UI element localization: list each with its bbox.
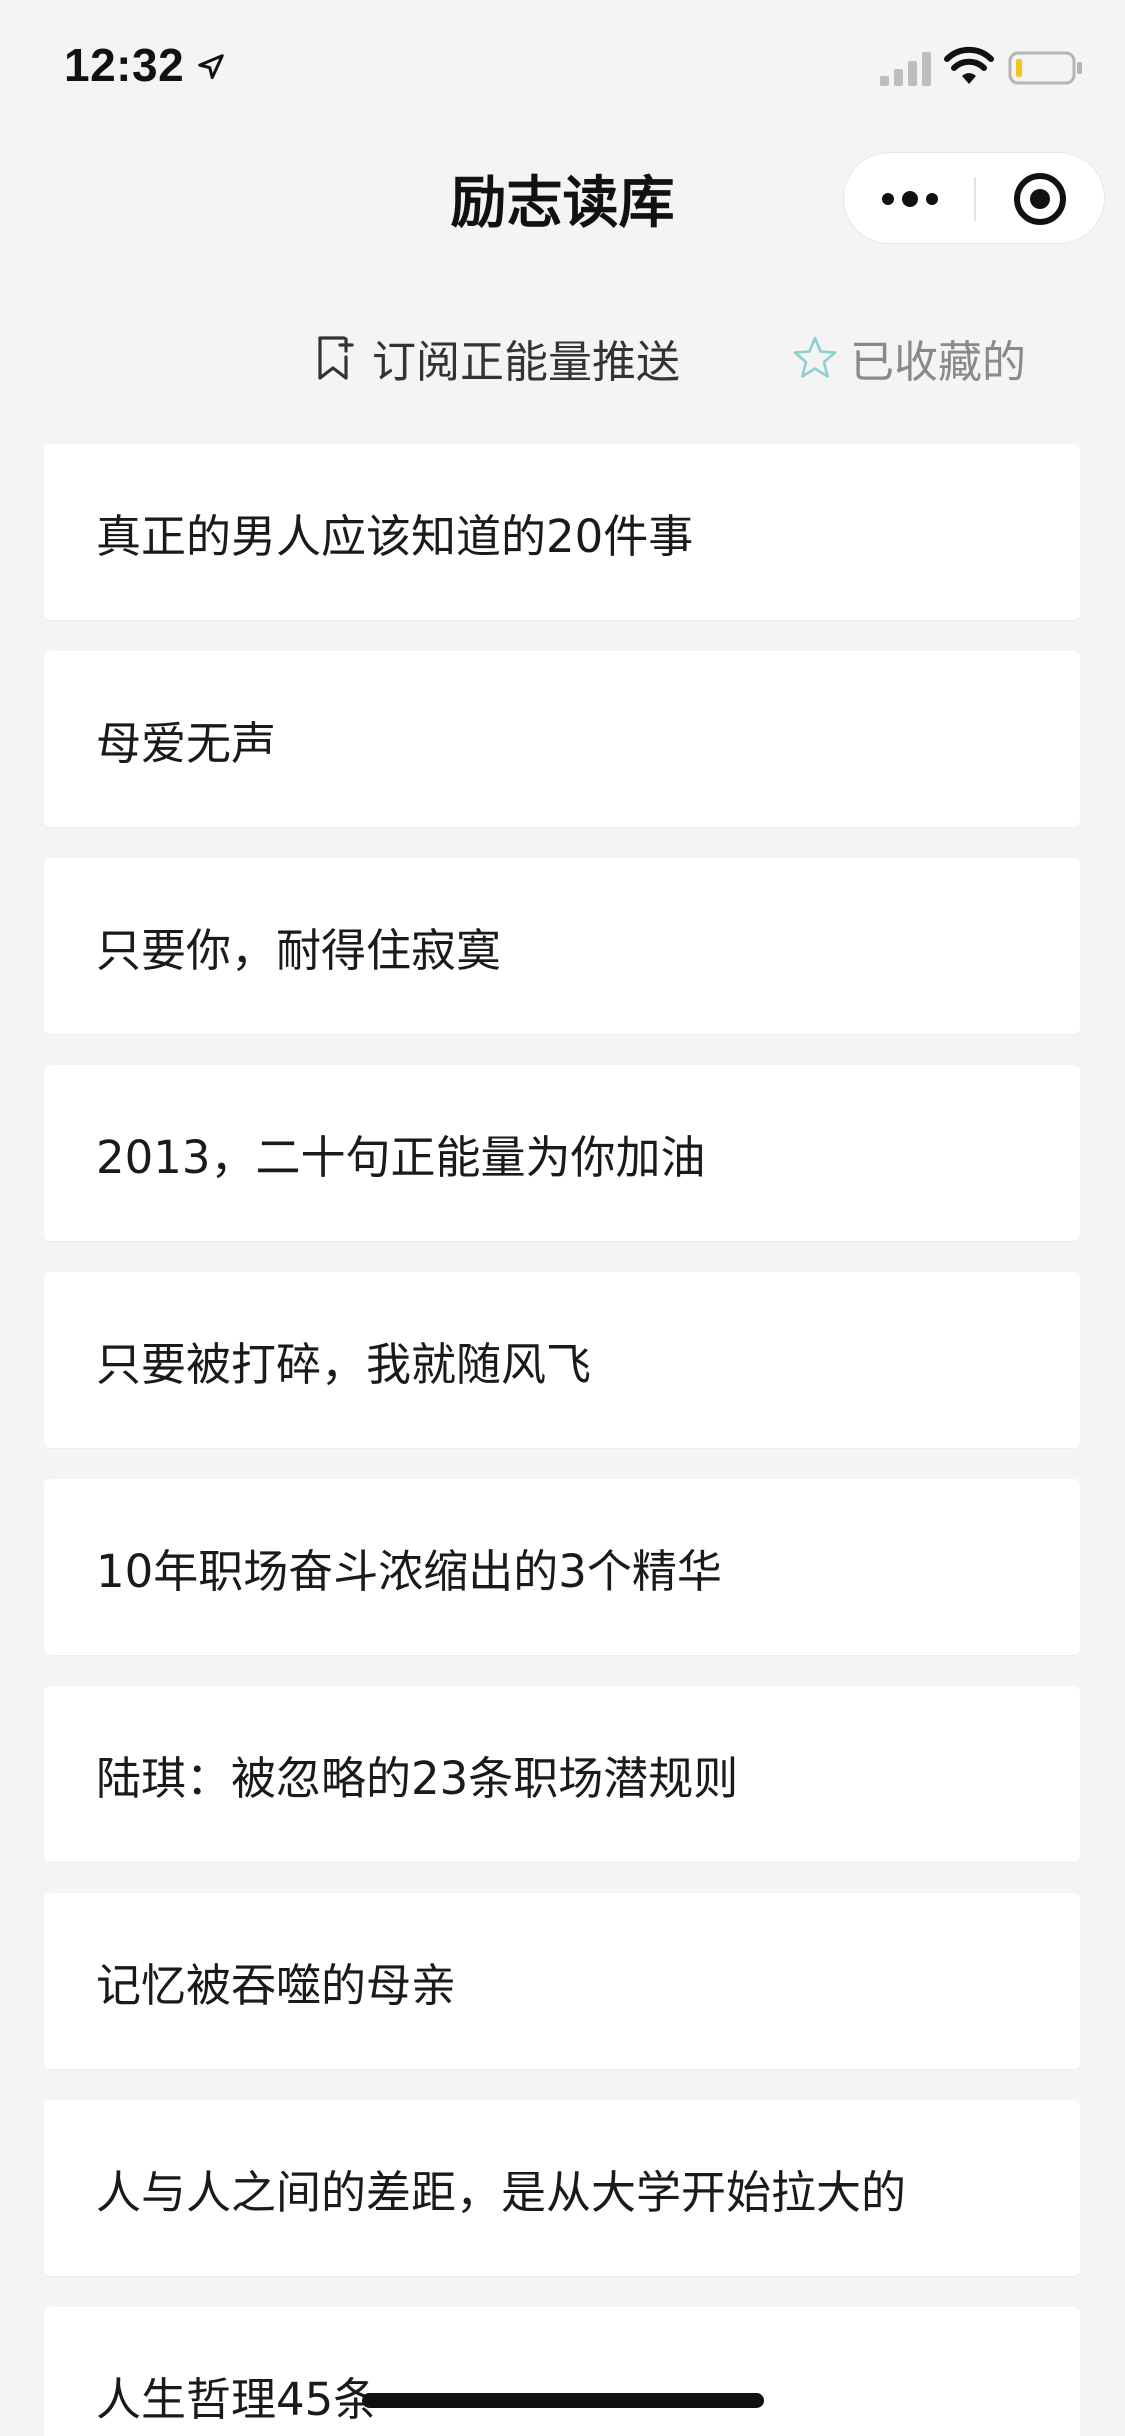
target-icon[interactable] <box>1012 171 1068 227</box>
subscribe-button[interactable]: 订阅正能量推送 <box>316 318 680 398</box>
status-time: 12:32 <box>64 39 185 91</box>
more-icon[interactable] <box>878 183 942 215</box>
list-item[interactable]: 陆琪：被忽略的23条职场潜规则 <box>44 1686 1080 1862</box>
mini-program-page: 12:32 励志读库 订阅正能量推送 已收藏的 真正的男人应该知道的20件事 母… <box>0 0 1125 2436</box>
list-item[interactable]: 只要被打碎，我就随风飞 <box>44 1272 1080 1448</box>
article-title: 10年职场奋斗浓缩出的3个精华 <box>96 1544 722 1598</box>
list-item[interactable]: 2013，二十句正能量为你加油 <box>44 1065 1080 1241</box>
article-title: 2013，二十句正能量为你加油 <box>96 1130 706 1184</box>
article-title: 只要你，耐得住寂寞 <box>96 923 502 977</box>
action-row: 订阅正能量推送 已收藏的 <box>0 318 1125 398</box>
article-list: 真正的男人应该知道的20件事 母爱无声 只要你，耐得住寂寞 2013，二十句正能… <box>44 444 1080 2436</box>
article-title: 母爱无声 <box>96 716 277 770</box>
nav-bar: 励志读库 <box>0 132 1125 262</box>
article-title: 人生哲理45条 <box>96 2372 379 2426</box>
article-title: 陆琪：被忽略的23条职场潜规则 <box>96 1751 739 1805</box>
bookmark-plus-icon <box>318 336 354 380</box>
star-icon <box>793 336 837 378</box>
list-item[interactable]: 10年职场奋斗浓缩出的3个精华 <box>44 1479 1080 1655</box>
status-bar: 12:32 <box>0 0 1125 132</box>
subscribe-label: 订阅正能量推送 <box>372 337 680 388</box>
list-item[interactable]: 只要你，耐得住寂寞 <box>44 858 1080 1034</box>
article-title: 真正的男人应该知道的20件事 <box>96 509 694 563</box>
article-title: 人与人之间的差距，是从大学开始拉大的 <box>96 2165 907 2219</box>
location-arrow-icon <box>198 54 224 80</box>
wifi-icon <box>944 46 994 84</box>
signal-icon <box>880 52 931 86</box>
list-item[interactable]: 记忆被吞噬的母亲 <box>44 1893 1080 2069</box>
battery-icon <box>1008 51 1082 85</box>
favorites-button[interactable]: 已收藏的 <box>792 318 1026 398</box>
home-indicator <box>362 2393 764 2408</box>
article-title: 记忆被吞噬的母亲 <box>96 1958 457 2012</box>
list-item[interactable]: 人生哲理45条 <box>44 2307 1080 2436</box>
list-item[interactable]: 母爱无声 <box>44 651 1080 827</box>
list-item[interactable]: 人与人之间的差距，是从大学开始拉大的 <box>44 2100 1080 2276</box>
favorites-label: 已收藏的 <box>850 337 1026 388</box>
list-item[interactable]: 真正的男人应该知道的20件事 <box>44 444 1080 620</box>
capsule-menu <box>843 152 1105 244</box>
capsule-divider <box>974 177 976 221</box>
article-title: 只要被打碎，我就随风飞 <box>96 1337 592 1391</box>
